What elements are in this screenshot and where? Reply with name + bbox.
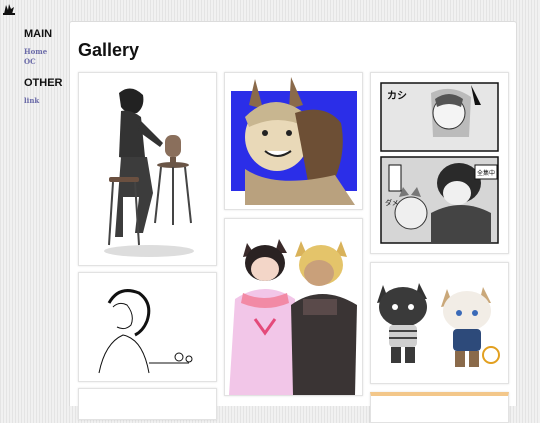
page-title: Gallery: [78, 40, 140, 60]
gallery-image-two-cat-eared-characters[interactable]: [224, 218, 363, 396]
gallery-image-lineart-woman[interactable]: [78, 272, 217, 382]
sidebar-link-oc[interactable]: OC: [24, 57, 68, 67]
lineart-woman-illustration: [79, 273, 216, 381]
sidebar-nav: MAIN Home OC OTHER link: [24, 28, 68, 106]
site-logo-icon[interactable]: [2, 2, 16, 16]
manga-page-illustration: カシ 全集中 ダメ: [371, 73, 508, 253]
sidebar-link-link[interactable]: link: [24, 96, 68, 106]
gallery-image-chibi-cats[interactable]: [370, 262, 509, 384]
gallery-image-man-on-stool[interactable]: [78, 72, 217, 266]
manga-bubble-text: 全集中: [477, 169, 495, 177]
gallery-image-manga-page[interactable]: カシ 全集中 ダメ: [370, 72, 509, 254]
gallery-image-partial-col1[interactable]: [78, 388, 217, 420]
sidebar-link-home[interactable]: Home: [24, 47, 68, 57]
gallery-image-partial-col3[interactable]: [370, 392, 509, 423]
smiling-cat-character-illustration: [225, 73, 362, 209]
gallery-panel: Gallery カシ 全集中 ダメ: [69, 21, 517, 423]
sidebar-heading-other: OTHER: [24, 77, 63, 89]
chibi-cats-illustration: [371, 263, 508, 383]
manga-sfx-text: カシ: [387, 90, 407, 102]
two-characters-illustration: [225, 219, 362, 395]
sidebar-heading-main: MAIN: [24, 28, 53, 40]
gallery-image-smiling-cat-character[interactable]: [224, 72, 363, 210]
manga-side-text: ダメ: [385, 198, 399, 207]
man-on-stool-illustration: [79, 73, 216, 265]
